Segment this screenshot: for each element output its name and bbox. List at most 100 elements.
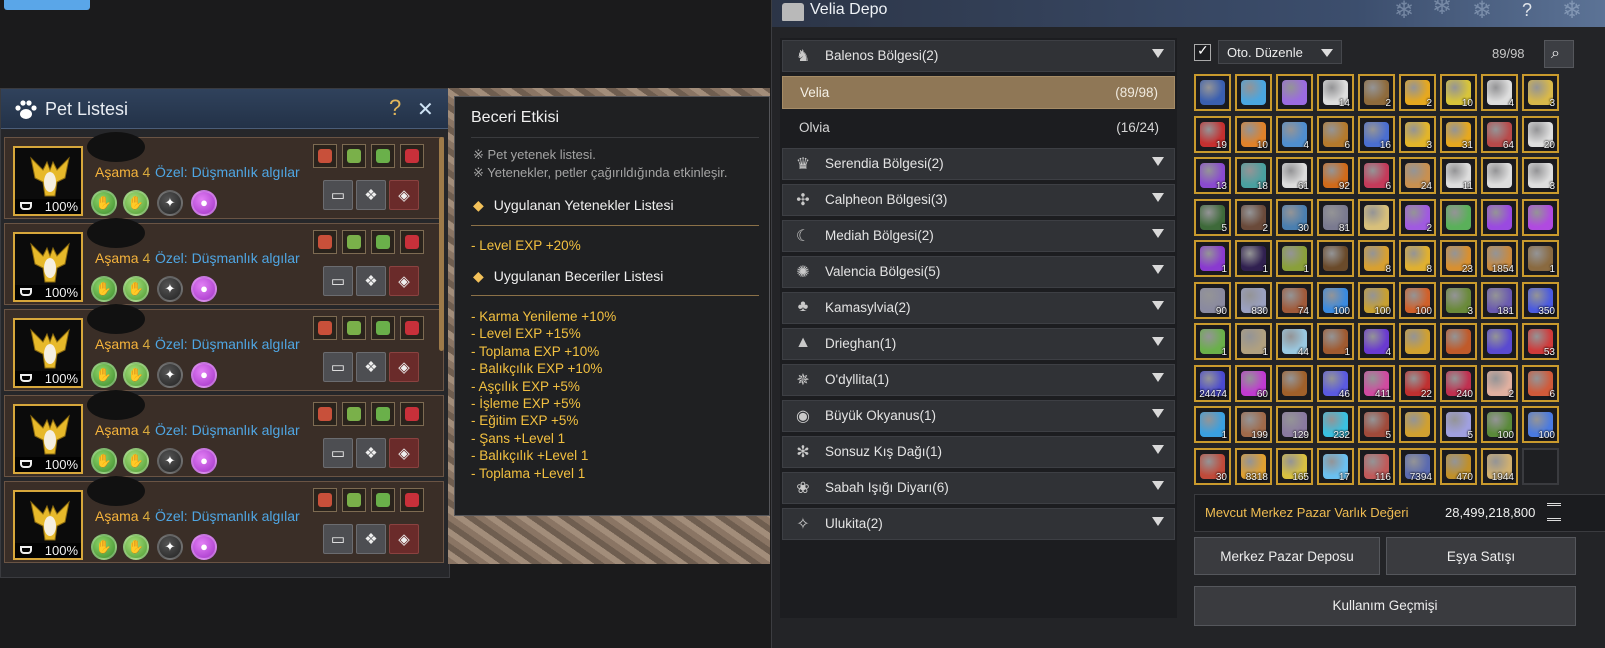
item-slot[interactable]: 2 bbox=[1358, 74, 1395, 111]
pet-row[interactable]: 100% Aşama 4 Özel: Düşmanlık algılar ✋ ✋… bbox=[4, 476, 444, 563]
pet-portrait[interactable]: 100% bbox=[13, 232, 83, 302]
pet-skill-circle[interactable]: ✦ bbox=[157, 362, 183, 388]
item-slot[interactable]: 5 bbox=[1358, 406, 1395, 443]
item-slot[interactable]: 81 bbox=[1317, 198, 1354, 236]
pet-skill-circle[interactable]: ✋ bbox=[91, 448, 117, 474]
item-slot[interactable]: 4 bbox=[1358, 323, 1395, 360]
feed-button[interactable]: ▭ bbox=[323, 180, 353, 210]
pet-row[interactable]: 100% Aşama 4 Özel: Düşmanlık algılar ✋ ✋… bbox=[4, 304, 444, 391]
item-slot[interactable]: 100 bbox=[1358, 281, 1395, 319]
pet-skill-circle[interactable]: ✋ bbox=[123, 190, 149, 216]
pet-command-button[interactable]: ❖ bbox=[356, 524, 386, 554]
item-slot[interactable]: 830 bbox=[1235, 281, 1272, 319]
item-slot[interactable]: 24 bbox=[1399, 157, 1436, 194]
item-slot[interactable]: 100 bbox=[1481, 406, 1518, 443]
item-slot[interactable] bbox=[1440, 323, 1477, 360]
pet-skill-circle[interactable]: ● bbox=[191, 448, 217, 474]
feed-button[interactable]: ▭ bbox=[323, 438, 353, 468]
item-slot[interactable]: 8318 bbox=[1235, 447, 1272, 485]
item-slot[interactable] bbox=[1481, 157, 1518, 194]
pet-skill-circle[interactable]: ✋ bbox=[91, 276, 117, 302]
item-slot[interactable]: 1 bbox=[1235, 240, 1272, 277]
item-slot[interactable]: 3 bbox=[1440, 281, 1477, 319]
pet-seal-button[interactable]: ◈ bbox=[389, 266, 419, 296]
item-slot[interactable] bbox=[1276, 74, 1313, 111]
item-slot[interactable]: 1 bbox=[1276, 240, 1313, 277]
region-header[interactable]: ♣ Kamasylvia(2) bbox=[782, 292, 1175, 324]
item-slot[interactable]: 1854 bbox=[1481, 240, 1518, 277]
region-header[interactable]: ✧ Ulukita(2) bbox=[782, 508, 1175, 540]
region-header[interactable]: ♞ Balenos Bölgesi(2) bbox=[782, 40, 1175, 72]
item-slot[interactable]: 4 bbox=[1481, 74, 1518, 111]
item-slot[interactable]: 92 bbox=[1317, 157, 1354, 194]
item-slot[interactable]: 64 bbox=[1481, 115, 1518, 153]
pet-skill-circle[interactable]: ● bbox=[191, 534, 217, 560]
item-slot[interactable]: 60 bbox=[1235, 364, 1272, 402]
item-slot[interactable]: 30 bbox=[1276, 198, 1313, 236]
item-slot[interactable] bbox=[1194, 74, 1231, 111]
item-slot[interactable]: 16 bbox=[1358, 115, 1395, 153]
pet-portrait[interactable]: 100% bbox=[13, 146, 83, 216]
region-header[interactable]: ▲ Drieghan(1) bbox=[782, 328, 1175, 360]
item-slot[interactable]: 232 bbox=[1317, 406, 1354, 443]
pet-skill-circle[interactable]: ✦ bbox=[157, 534, 183, 560]
item-slot[interactable] bbox=[1317, 240, 1354, 277]
item-slot[interactable]: 13 bbox=[1194, 157, 1231, 194]
item-slot[interactable]: 46 bbox=[1317, 364, 1354, 402]
pet-command-button[interactable]: ❖ bbox=[356, 266, 386, 296]
pet-portrait[interactable]: 100% bbox=[13, 404, 83, 474]
item-slot[interactable]: 100 bbox=[1317, 281, 1354, 319]
empty-slot[interactable] bbox=[1522, 447, 1559, 485]
pet-skill-circle[interactable]: ✋ bbox=[123, 362, 149, 388]
item-slot[interactable]: 1944 bbox=[1481, 447, 1518, 485]
pet-skill-circle[interactable]: ✋ bbox=[123, 534, 149, 560]
pet-skill-circle[interactable]: ✋ bbox=[91, 534, 117, 560]
pet-seal-button[interactable]: ◈ bbox=[389, 180, 419, 210]
pet-skill-circle[interactable]: ✋ bbox=[123, 276, 149, 302]
pet-skill-circle[interactable]: ● bbox=[191, 362, 217, 388]
item-slot[interactable]: 7394 bbox=[1399, 447, 1436, 485]
item-sale-button[interactable]: Eşya Satışı bbox=[1386, 537, 1576, 575]
item-slot[interactable]: 165 bbox=[1276, 447, 1313, 485]
pet-skill-circle[interactable]: ✋ bbox=[91, 190, 117, 216]
pet-seal-button[interactable]: ◈ bbox=[389, 524, 419, 554]
item-slot[interactable]: 10 bbox=[1440, 74, 1477, 111]
pet-portrait[interactable]: 100% bbox=[13, 490, 83, 560]
item-slot[interactable]: 199 bbox=[1235, 406, 1272, 443]
item-slot[interactable]: 1 bbox=[1194, 406, 1231, 443]
item-slot[interactable]: 14 bbox=[1317, 74, 1354, 111]
feed-button[interactable]: ▭ bbox=[323, 352, 353, 382]
item-slot[interactable] bbox=[1276, 364, 1313, 402]
region-header[interactable]: ❀ Sabah Işığı Diyarı(6) bbox=[782, 472, 1175, 504]
item-slot[interactable]: 31 bbox=[1440, 115, 1477, 153]
item-slot[interactable]: 2 bbox=[1399, 74, 1436, 111]
item-slot[interactable]: 1 bbox=[1522, 240, 1559, 277]
item-slot[interactable]: 8 bbox=[1358, 240, 1395, 277]
pet-row[interactable]: 100% Aşama 4 Özel: Düşmanlık algılar ✋ ✋… bbox=[4, 132, 444, 219]
item-slot[interactable]: 350 bbox=[1522, 281, 1559, 319]
pet-seal-button[interactable]: ◈ bbox=[389, 352, 419, 382]
item-slot[interactable]: 22 bbox=[1399, 364, 1436, 402]
item-slot[interactable]: 100 bbox=[1399, 281, 1436, 319]
region-header[interactable]: ✵ O'dyllita(1) bbox=[782, 364, 1175, 396]
item-slot[interactable]: 3 bbox=[1522, 157, 1559, 194]
pet-skill-circle[interactable]: ✦ bbox=[157, 448, 183, 474]
pet-portrait[interactable]: 100% bbox=[13, 318, 83, 388]
pet-row[interactable]: 100% Aşama 4 Özel: Düşmanlık algılar ✋ ✋… bbox=[4, 390, 444, 477]
item-slot[interactable]: 470 bbox=[1440, 447, 1477, 485]
region-header[interactable]: ♛ Serendia Bölgesi(2) bbox=[782, 148, 1175, 180]
pet-list-scrollbar[interactable] bbox=[439, 137, 444, 351]
help-icon[interactable]: ? bbox=[1522, 0, 1532, 21]
item-slot[interactable]: 6 bbox=[1522, 364, 1559, 402]
pet-skill-circle[interactable]: ✦ bbox=[157, 276, 183, 302]
auto-sort-checkbox[interactable]: ✓ bbox=[1194, 42, 1211, 61]
item-slot[interactable]: 30 bbox=[1194, 447, 1231, 485]
item-slot[interactable]: 23 bbox=[1440, 240, 1477, 277]
item-slot[interactable]: 3 bbox=[1399, 115, 1436, 153]
region-header[interactable]: ✻ Sonsuz Kış Dağı(1) bbox=[782, 436, 1175, 468]
region-header[interactable]: ✣ Calpheon Bölgesi(3) bbox=[782, 184, 1175, 216]
region-header[interactable]: ✺ Valencia Bölgesi(5) bbox=[782, 256, 1175, 288]
market-storage-button[interactable]: Merkez Pazar Deposu bbox=[1194, 537, 1380, 575]
item-slot[interactable] bbox=[1481, 198, 1518, 236]
close-icon[interactable]: ✕ bbox=[417, 97, 434, 122]
